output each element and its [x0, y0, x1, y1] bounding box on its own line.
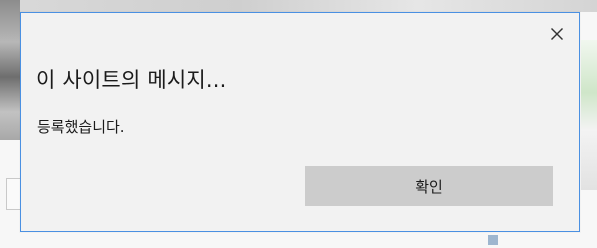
background-right-image [581, 40, 597, 190]
alert-dialog: 이 사이트의 메시지... 등록했습니다. 확인 [20, 12, 580, 232]
dialog-message: 등록했습니다. [37, 118, 125, 136]
dialog-title: 이 사이트의 메시지... [36, 68, 227, 92]
background-bottom-fragment [488, 234, 597, 248]
close-icon [551, 28, 563, 40]
ok-button[interactable]: 확인 [305, 166, 553, 206]
background-left-image [0, 0, 20, 140]
background-bullet-icon [488, 235, 498, 245]
background-header-strip [0, 0, 597, 12]
close-button[interactable] [547, 24, 567, 44]
